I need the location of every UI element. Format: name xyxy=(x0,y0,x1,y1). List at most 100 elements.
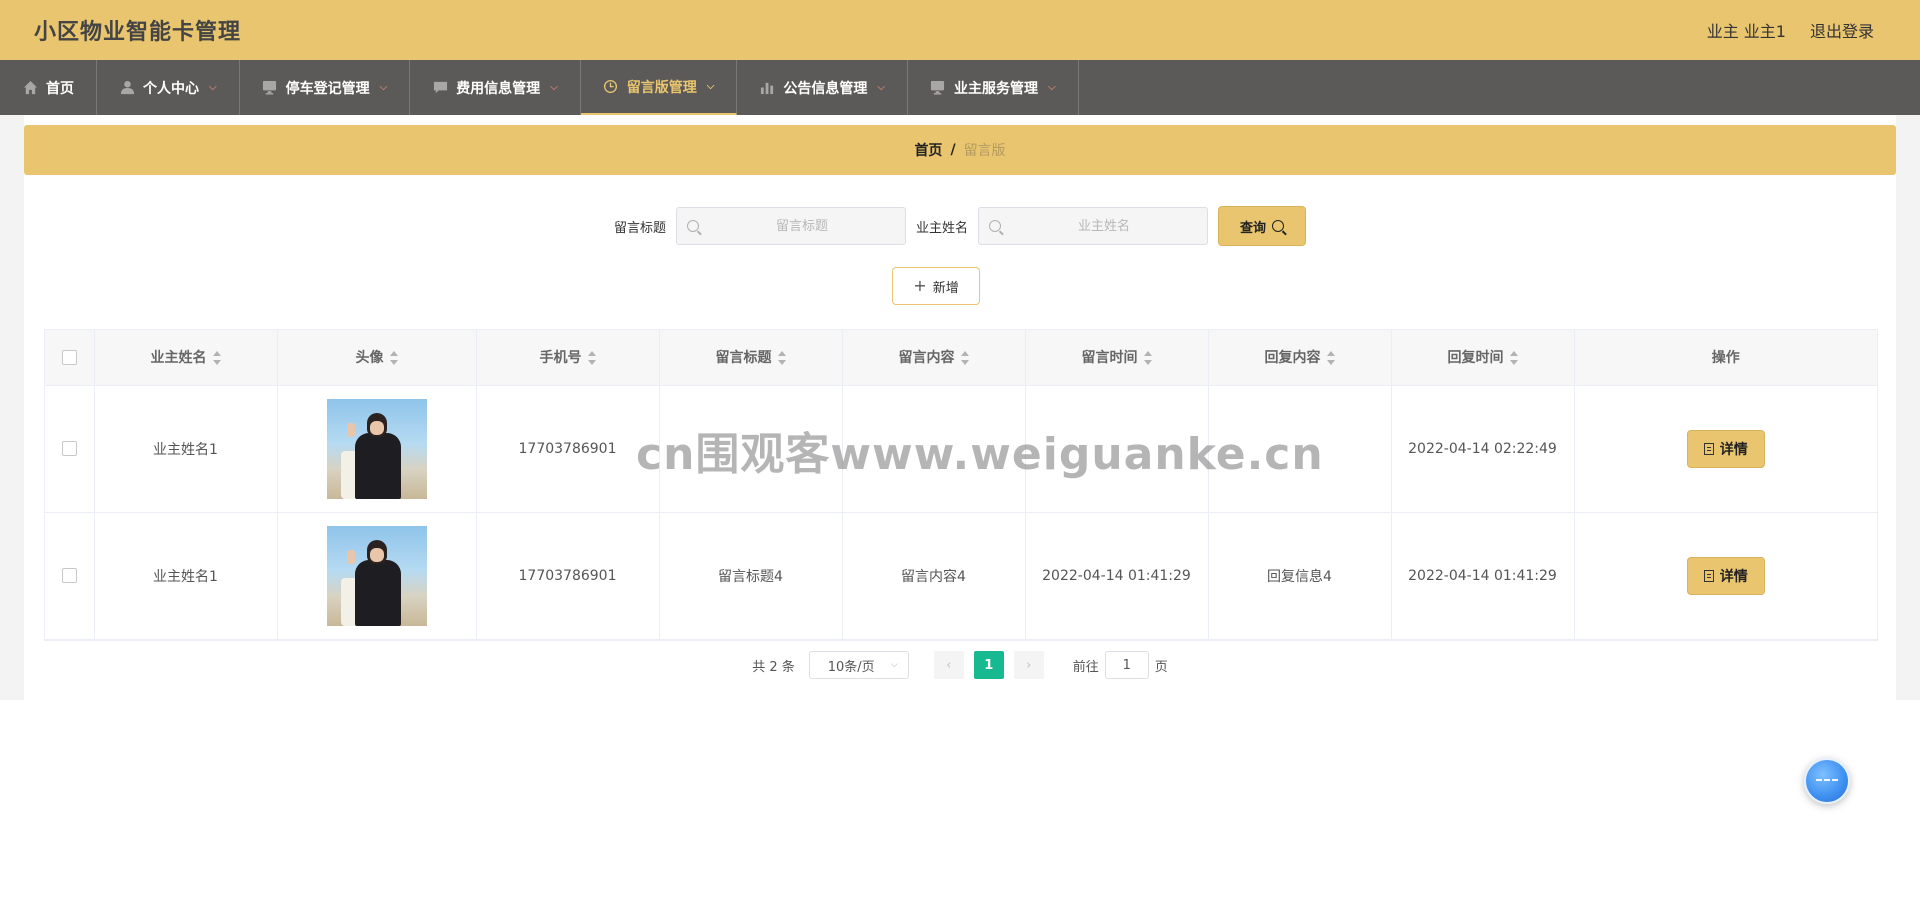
row-checkbox[interactable] xyxy=(61,441,77,456)
floating-assistant-button[interactable] xyxy=(1804,758,1850,804)
page-size-value: 10条/页 xyxy=(827,659,875,675)
title-search-input[interactable] xyxy=(699,217,905,235)
column-header[interactable]: 业主姓名 xyxy=(94,330,278,386)
page-size-select[interactable]: 10条/页 ⌵ xyxy=(808,651,909,679)
chat-icon xyxy=(432,80,448,96)
sort-icon[interactable] xyxy=(389,351,398,366)
home-icon xyxy=(22,80,38,96)
dash-icon xyxy=(1816,779,1838,783)
name-search-input[interactable] xyxy=(1001,217,1208,235)
sort-icon[interactable] xyxy=(777,351,786,366)
goto-label: 前往 xyxy=(1072,659,1099,675)
page-number-button[interactable]: 1 xyxy=(973,651,1004,679)
query-button[interactable]: 查询 xyxy=(1218,206,1307,246)
chevron-left-icon: ‹ xyxy=(946,657,952,673)
name-search-label: 业主姓名 xyxy=(916,220,969,236)
sort-icon[interactable] xyxy=(960,351,969,366)
bar-chart-icon xyxy=(759,80,775,96)
nav-item-announcements[interactable]: 公告信息管理 ⌵ xyxy=(737,60,908,115)
chevron-down-icon: ⌵ xyxy=(379,82,388,93)
prev-page-button[interactable]: ‹ xyxy=(933,651,964,679)
app-title: 小区物业智能卡管理 xyxy=(34,20,242,45)
goto-page: 前往 页 xyxy=(1073,651,1168,679)
reply-cell: 回复信息4 xyxy=(1208,512,1392,640)
avatar xyxy=(326,525,427,626)
select-all-checkbox[interactable] xyxy=(61,349,77,365)
search-icon xyxy=(1272,220,1285,232)
logout-link[interactable]: 退出登录 xyxy=(1810,18,1874,42)
avatar xyxy=(326,398,427,499)
main-nav: 首页 个人中心 ⌵ 停车登记管理 ⌵ 费用信息管理 ⌵ 留言版管理 ⌵ 公告信息… xyxy=(0,60,1920,115)
owner-name-cell: 业主姓名1 xyxy=(94,512,278,640)
message-table: 业主姓名 头像 手机号 留言标题 留言内容 留言时间 回复内容 回复时间 操作 … xyxy=(44,329,1878,641)
chevron-down-icon: ⌵ xyxy=(550,82,558,93)
title-search-field[interactable] xyxy=(676,207,906,245)
search-icon xyxy=(989,220,1002,232)
column-header[interactable]: 回复内容 xyxy=(1208,330,1392,386)
column-header: 操作 xyxy=(1574,330,1877,386)
plus-icon: + xyxy=(913,276,927,295)
action-cell: 详情 xyxy=(1574,512,1877,640)
title-search-label: 留言标题 xyxy=(613,220,666,236)
sort-icon[interactable] xyxy=(1143,351,1152,366)
current-user-label[interactable]: 业主 业主1 xyxy=(1707,18,1786,42)
search-form: 留言标题 业主姓名 查询 xyxy=(24,206,1896,246)
avatar-cell xyxy=(277,385,477,513)
row-checkbox[interactable] xyxy=(61,568,77,583)
top-header: 小区物业智能卡管理 业主 业主1 退出登录 xyxy=(0,0,1920,60)
column-header[interactable]: 留言标题 xyxy=(659,330,843,386)
sort-icon[interactable] xyxy=(1326,351,1335,366)
action-cell: 详情 xyxy=(1574,385,1877,513)
page-background xyxy=(1896,115,1920,700)
user-icon xyxy=(119,80,135,96)
title-cell xyxy=(659,385,843,513)
table-row: 业主姓名1 17703786901 留言标题4 留言内容4 2022-04-14… xyxy=(45,512,1877,640)
nav-item-parking[interactable]: 停车登记管理 ⌵ xyxy=(240,60,411,115)
chevron-down-icon: ⌵ xyxy=(209,82,217,93)
breadcrumb-current: 留言版 xyxy=(963,143,1006,159)
nav-item-label: 留言版管理 xyxy=(626,79,697,96)
document-icon xyxy=(1703,569,1714,582)
breadcrumb-home[interactable]: 首页 xyxy=(914,140,942,160)
sort-icon[interactable] xyxy=(212,351,221,366)
nav-item-fees[interactable]: 费用信息管理 ⌵ xyxy=(410,60,581,115)
nav-item-label: 费用信息管理 xyxy=(456,80,541,97)
sort-icon[interactable] xyxy=(1509,351,1518,366)
detail-button[interactable]: 详情 xyxy=(1686,429,1765,468)
nav-item-owner-services[interactable]: 业主服务管理 ⌵ xyxy=(908,60,1079,115)
nav-item-home[interactable]: 首页 xyxy=(0,60,97,115)
nav-item-label: 公告信息管理 xyxy=(783,80,868,97)
column-header[interactable]: 留言内容 xyxy=(842,330,1026,386)
breadcrumb: 首页 / 留言版 xyxy=(24,125,1896,175)
column-header[interactable]: 头像 xyxy=(277,330,477,386)
header-user-area: 业主 业主1 退出登录 xyxy=(1707,18,1874,42)
nav-item-personal-center[interactable]: 个人中心 ⌵ xyxy=(97,60,240,115)
title-cell: 留言标题4 xyxy=(659,512,843,640)
reply-time-cell: 2022-04-14 01:41:29 xyxy=(1391,512,1575,640)
name-search-field[interactable] xyxy=(978,207,1209,245)
breadcrumb-separator: / xyxy=(950,142,956,158)
column-header[interactable]: 留言时间 xyxy=(1025,330,1209,386)
time-cell: 2022-04-14 01:41:29 xyxy=(1025,512,1209,640)
nav-item-message-board[interactable]: 留言版管理 ⌵ xyxy=(580,60,738,115)
goto-page-input[interactable] xyxy=(1104,651,1149,679)
select-all-cell xyxy=(45,330,95,386)
add-button[interactable]: + 新增 xyxy=(892,267,980,305)
next-page-button[interactable]: › xyxy=(1013,651,1044,679)
reply-cell xyxy=(1208,385,1392,513)
monitor-icon xyxy=(930,80,946,96)
phone-cell: 17703786901 xyxy=(476,385,660,513)
nav-item-label: 业主服务管理 xyxy=(953,80,1038,97)
avatar-cell xyxy=(277,512,477,640)
column-header[interactable]: 手机号 xyxy=(476,330,660,386)
column-header[interactable]: 回复时间 xyxy=(1391,330,1575,386)
sort-icon[interactable] xyxy=(587,351,596,366)
chevron-down-icon: ⌵ xyxy=(877,82,885,93)
detail-button[interactable]: 详情 xyxy=(1686,556,1765,595)
nav-item-label: 停车登记管理 xyxy=(285,80,370,97)
main-panel: 留言标题 业主姓名 查询 + 新增 业主姓名 头像 xyxy=(24,184,1896,699)
table-row: 业主姓名1 17703786901 2022-04-14 02:22:49 详情 xyxy=(45,385,1877,513)
owner-name-cell: 业主姓名1 xyxy=(94,385,278,513)
search-icon xyxy=(687,220,699,232)
content-cell: 留言内容4 xyxy=(842,512,1026,640)
